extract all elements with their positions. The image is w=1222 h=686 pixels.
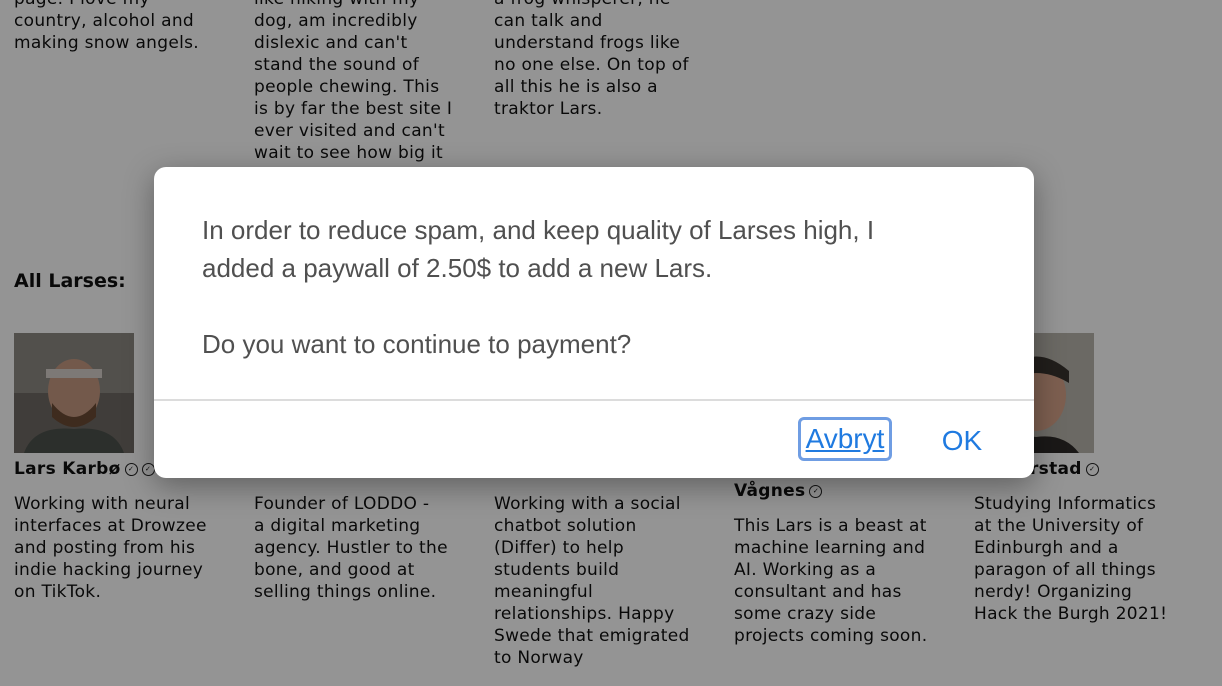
dialog-message: In order to reduce spam, and keep qualit… (202, 211, 982, 363)
dialog-message-line: In order to reduce spam, and keep qualit… (202, 215, 875, 245)
ok-button[interactable]: OK (934, 419, 990, 463)
cancel-button[interactable]: Avbryt (798, 417, 892, 461)
dialog-divider (154, 399, 1034, 401)
dialog-question: Do you want to continue to payment? (202, 329, 632, 359)
paywall-confirm-dialog: In order to reduce spam, and keep qualit… (154, 167, 1034, 478)
dialog-message-line: added a paywall of 2.50$ to add a new La… (202, 253, 713, 283)
